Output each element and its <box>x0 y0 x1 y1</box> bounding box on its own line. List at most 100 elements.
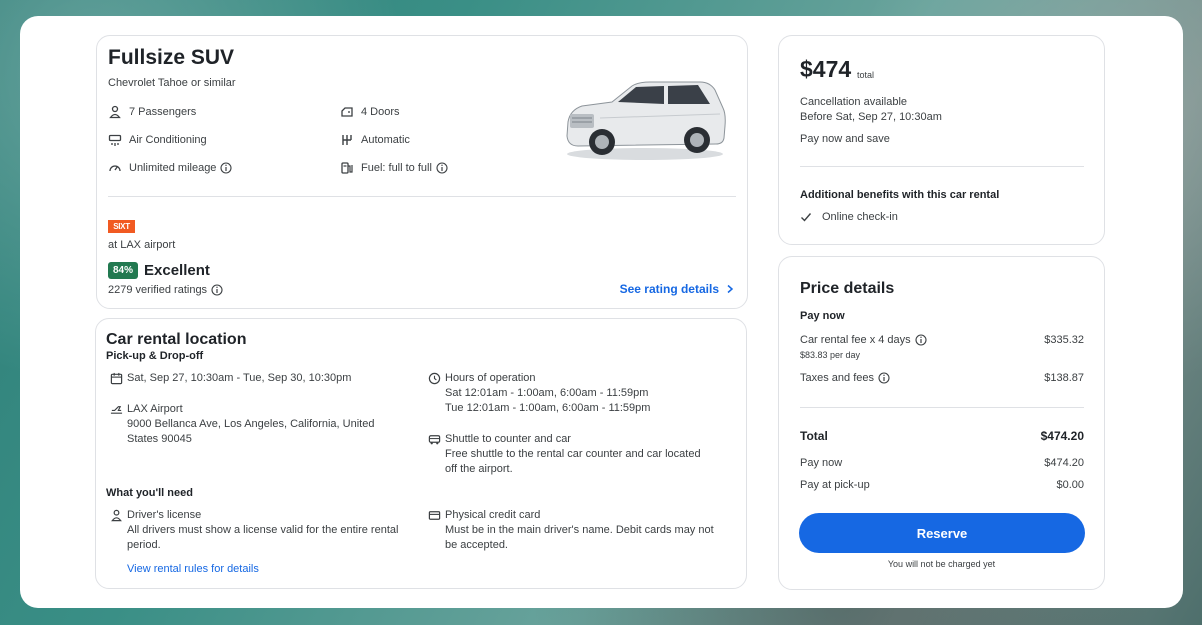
feature-fuel-label: Fuel: full to full <box>361 162 432 174</box>
chevron-right-icon <box>727 284 734 294</box>
not-charged-note: You will not be charged yet <box>887 559 996 569</box>
credit-card-icon <box>428 511 441 520</box>
total-row: Total $474.20 <box>800 429 1084 443</box>
vendor-location: at LAX airport <box>108 239 176 251</box>
hours-tuesday: Tue 12:01am - 1:00am, 6:00am - 11:59pm <box>445 402 651 414</box>
license-line2: period. <box>127 539 161 551</box>
feature-mileage-label: Unlimited mileage <box>129 162 217 174</box>
clock-icon <box>428 372 441 385</box>
per-day-rate: $83.83 per day <box>800 350 861 360</box>
feature-transmission: Automatic <box>340 133 410 147</box>
view-rental-rules-link[interactable]: View rental rules for details <box>127 562 259 577</box>
total-price-label: total <box>857 70 875 80</box>
verified-ratings-text: 2279 verified ratings <box>108 284 208 296</box>
feature-doors: 4 Doors <box>340 105 400 119</box>
price-details-title: Price details <box>800 280 895 297</box>
rental-dates-text: Sat, Sep 27, 10:30am - Tue, Sep 30, 10:3… <box>127 372 352 384</box>
hours-title: Hours of operation <box>445 372 536 384</box>
benefit-item: Online check-in <box>800 211 898 223</box>
feature-mileage: Unlimited mileage <box>108 161 232 175</box>
total-price: $474 <box>800 56 852 82</box>
airport-address-line2: States 90045 <box>127 433 192 445</box>
info-icon[interactable] <box>220 162 232 174</box>
reserve-button[interactable]: Reserve <box>799 513 1085 553</box>
license-title: Driver's license <box>127 509 202 521</box>
vendor-logo: SIXT <box>108 220 135 233</box>
feature-passengers-label: 7 Passengers <box>129 106 197 118</box>
feature-ac: Air Conditioning <box>108 133 207 147</box>
pay-now-value: $474.20 <box>1044 457 1084 469</box>
license-line1: All drivers must show a license valid fo… <box>127 524 399 536</box>
rental-fee-value: $335.32 <box>1044 334 1084 346</box>
cancellation-deadline: Before Sat, Sep 27, 10:30am <box>800 111 942 123</box>
price-details-card: Price details Pay now Car rental fee x 4… <box>778 256 1105 590</box>
rental-fee-row: Car rental fee x 4 days $335.32 <box>800 334 1084 346</box>
car-image <box>566 81 726 160</box>
verified-ratings: 2279 verified ratings <box>108 284 223 296</box>
calendar-icon <box>110 372 123 385</box>
speedometer-icon <box>109 165 121 172</box>
location-title: Car rental location <box>106 331 247 348</box>
check-icon <box>801 213 812 222</box>
card-divider <box>800 407 1084 408</box>
rating-label: Excellent <box>144 262 210 279</box>
shuttle-line1: Free shuttle to the rental car counter a… <box>445 448 701 460</box>
info-icon[interactable] <box>211 284 223 296</box>
pickup-airport: LAX Airport 9000 Bellanca Ave, Los Angel… <box>110 402 374 447</box>
person-icon <box>109 105 121 119</box>
car-door-icon <box>341 107 353 117</box>
pickup-dropoff-label: Pick-up & Drop-off <box>106 350 204 362</box>
rating-score-badge: 84% <box>108 262 139 279</box>
feature-passengers: 7 Passengers <box>108 105 196 119</box>
car-class-title: Fullsize SUV <box>108 46 235 69</box>
taxes-value: $138.87 <box>1044 372 1084 384</box>
cancellation-text: Cancellation available <box>800 96 908 108</box>
rental-fee-label: Car rental fee x 4 days <box>800 334 911 346</box>
airport-address-line1: 9000 Bellanca Ave, Los Angeles, Californ… <box>127 418 375 430</box>
see-rating-details-label: See rating details <box>619 282 719 296</box>
card-divider <box>108 196 736 197</box>
shuttle-line2: off the airport. <box>445 463 513 475</box>
pay-at-pickup-value: $0.00 <box>1056 479 1084 491</box>
see-rating-details-link[interactable]: See rating details <box>620 282 735 296</box>
taxes-row: Taxes and fees $138.87 <box>800 372 1084 384</box>
credit-card-line2: be accepted. <box>445 539 508 551</box>
benefits-title: Additional benefits with this car rental <box>800 189 1000 201</box>
feature-transmission-label: Automatic <box>361 134 410 146</box>
credit-card-title: Physical credit card <box>445 509 541 521</box>
total-label: Total <box>800 429 828 443</box>
hours-saturday: Sat 12:01am - 1:00am, 6:00am - 11:59pm <box>445 387 649 399</box>
requirements-title: What you'll need <box>106 487 193 499</box>
pay-now-label: Pay now <box>800 457 843 469</box>
pay-at-pickup-label: Pay at pick-up <box>800 479 870 491</box>
credit-card-line1: Must be in the main driver's name. Debit… <box>445 524 714 536</box>
drivers-license-requirement: Driver's license All drivers must show a… <box>110 508 398 553</box>
shuttle-info: Shuttle to counter and car Free shuttle … <box>428 432 701 477</box>
info-icon[interactable] <box>915 334 927 346</box>
car-model-subtitle: Chevrolet Tahoe or similar <box>108 77 236 89</box>
shuttle-title: Shuttle to counter and car <box>445 433 571 445</box>
info-icon[interactable] <box>436 162 448 174</box>
pay-now-row: Pay now $474.20 <box>800 457 1084 469</box>
fuel-pump-icon <box>341 162 353 174</box>
rental-dates: Sat, Sep 27, 10:30am - Tue, Sep 30, 10:3… <box>110 371 351 386</box>
car-details-card: Fullsize SUV Chevrolet Tahoe or similar … <box>96 35 748 309</box>
credit-card-requirement: Physical credit card Must be in the main… <box>428 508 714 553</box>
airplane-icon <box>110 406 123 414</box>
price-summary-card: $474 total Cancellation available Before… <box>778 35 1105 245</box>
air-conditioning-icon <box>108 134 122 146</box>
airport-name: LAX Airport <box>127 403 183 415</box>
benefit-online-checkin: Online check-in <box>822 211 898 223</box>
pay-now-save-text: Pay now and save <box>800 133 890 145</box>
pay-at-pickup-row: Pay at pick-up $0.00 <box>800 479 1084 491</box>
feature-ac-label: Air Conditioning <box>129 134 207 146</box>
info-icon[interactable] <box>878 372 890 384</box>
feature-doors-label: 4 Doors <box>361 106 400 118</box>
pay-now-heading: Pay now <box>800 310 845 322</box>
total-value: $474.20 <box>1040 429 1084 443</box>
shuttle-bus-icon <box>428 435 441 445</box>
rental-location-card: Car rental location Pick-up & Drop-off S… <box>95 318 747 589</box>
main-panel: Fullsize SUV Chevrolet Tahoe or similar … <box>20 16 1183 608</box>
person-icon <box>111 509 122 522</box>
card-divider <box>800 166 1084 167</box>
